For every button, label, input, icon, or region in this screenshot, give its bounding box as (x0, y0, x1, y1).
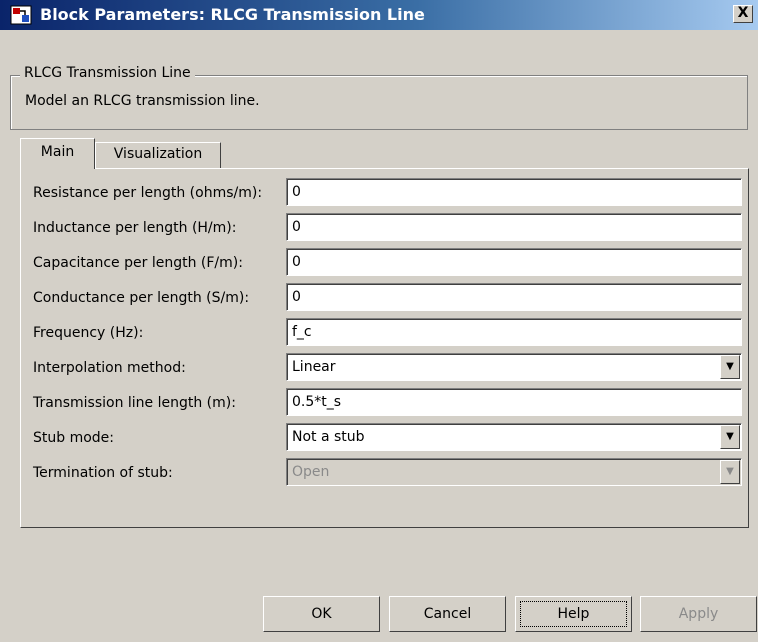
close-icon: X (737, 5, 749, 21)
help-button-label: Help (520, 601, 627, 627)
tab-visualization[interactable]: Visualization (95, 142, 221, 168)
help-button[interactable]: Help (515, 596, 632, 632)
stub-mode-value: Not a stub (292, 429, 365, 445)
cancel-button[interactable]: Cancel (389, 596, 506, 632)
interpolation-method-value: Linear (292, 359, 336, 375)
frequency-label: Frequency (Hz): (33, 325, 144, 341)
line-length-input[interactable]: 0.5*t_s (286, 388, 742, 416)
close-button[interactable]: X (733, 5, 753, 23)
conductance-input[interactable]: 0 (286, 283, 742, 311)
resistance-label: Resistance per length (ohms/m): (33, 185, 263, 201)
ok-button[interactable]: OK (263, 596, 380, 632)
frequency-input[interactable]: f_c (286, 318, 742, 346)
termination-label: Termination of stub: (33, 465, 173, 481)
termination-select: Open ▼ (286, 458, 742, 486)
capacitance-input[interactable]: 0 (286, 248, 742, 276)
interpolation-method-label: Interpolation method: (33, 360, 186, 376)
stub-mode-select[interactable]: Not a stub ▼ (286, 423, 742, 451)
title-bar: Block Parameters: RLCG Transmission Line… (0, 0, 758, 30)
resistance-input[interactable]: 0 (286, 178, 742, 206)
inductance-label: Inductance per length (H/m): (33, 220, 237, 236)
chevron-down-icon[interactable]: ▼ (720, 355, 740, 379)
inductance-input[interactable]: 0 (286, 213, 742, 241)
group-legend: RLCG Transmission Line (20, 63, 195, 83)
stub-mode-label: Stub mode: (33, 430, 115, 446)
chevron-down-icon[interactable]: ▼ (720, 425, 740, 449)
interpolation-method-select[interactable]: Linear ▼ (286, 353, 742, 381)
simulink-block-icon (10, 5, 32, 25)
conductance-label: Conductance per length (S/m): (33, 290, 250, 306)
block-description: Model an RLCG transmission line. (25, 93, 260, 109)
capacitance-label: Capacitance per length (F/m): (33, 255, 243, 271)
chevron-down-icon: ▼ (720, 460, 740, 484)
line-length-label: Transmission line length (m): (33, 395, 236, 411)
window-title: Block Parameters: RLCG Transmission Line (40, 5, 425, 24)
tab-main[interactable]: Main (20, 138, 95, 169)
apply-button: Apply (640, 596, 757, 632)
termination-value: Open (292, 464, 330, 480)
